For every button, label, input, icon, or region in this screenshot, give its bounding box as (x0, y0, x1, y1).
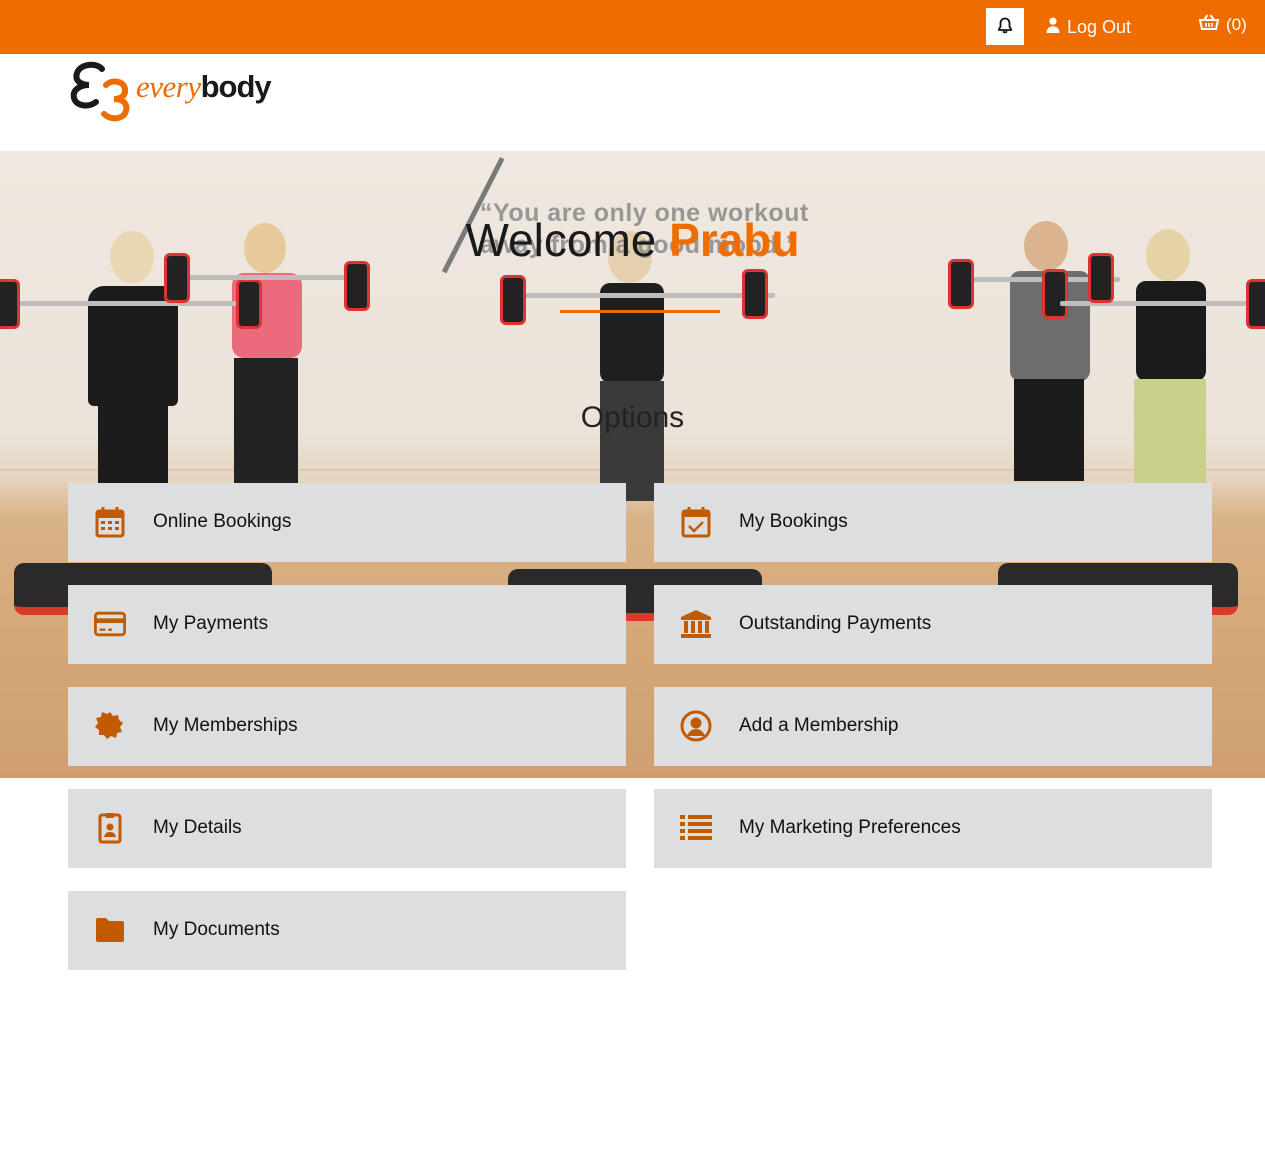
option-label: Online Bookings (153, 511, 292, 532)
barbell-plate (1246, 279, 1265, 329)
option-marketing-preferences[interactable]: My Marketing Preferences (654, 789, 1212, 868)
option-label: My Memberships (153, 715, 298, 736)
id-badge-icon (94, 812, 126, 844)
logo-mark-icon (66, 59, 132, 130)
barbell-plate (344, 261, 370, 311)
option-add-membership[interactable]: Add a Membership (654, 687, 1212, 766)
option-label: My Bookings (739, 511, 848, 532)
option-label: Outstanding Payments (739, 613, 932, 634)
logo-wordmark: everybody (136, 69, 272, 104)
option-my-bookings[interactable]: My Bookings (654, 483, 1212, 562)
basket-icon (1198, 14, 1220, 36)
option-label: My Documents (153, 919, 280, 940)
barbell-plate (742, 269, 768, 319)
calendar-check-icon (680, 506, 712, 538)
folder-icon (94, 914, 126, 946)
barbell-plate (1042, 269, 1068, 319)
person-figure-3 (582, 231, 682, 501)
option-label: My Details (153, 817, 242, 838)
calendar-icon (94, 506, 126, 538)
user-name: Prabu (669, 214, 800, 266)
option-my-documents[interactable]: My Documents (68, 891, 626, 970)
list-icon (680, 812, 712, 844)
option-label: My Marketing Preferences (739, 817, 961, 838)
option-outstanding-payments[interactable]: Outstanding Payments (654, 585, 1212, 664)
bell-icon (997, 17, 1013, 37)
welcome-heading: Welcome Prabu (465, 214, 800, 266)
person-figure-5 (1120, 229, 1220, 484)
notifications-button[interactable] (986, 8, 1024, 45)
barbell-bar-1 (0, 301, 260, 306)
option-my-memberships[interactable]: My Memberships (68, 687, 626, 766)
barbell-plate (500, 275, 526, 325)
option-my-details[interactable]: My Details (68, 789, 626, 868)
barbell-bar-3 (505, 293, 775, 298)
user-circle-icon (680, 710, 712, 742)
option-my-payments[interactable]: My Payments (68, 585, 626, 664)
cart-count: (0) (1226, 15, 1247, 34)
brand-logo[interactable]: everybody (66, 60, 286, 128)
option-online-bookings[interactable]: Online Bookings (68, 483, 626, 562)
option-label: My Payments (153, 613, 269, 634)
options-title: Options (580, 401, 685, 434)
bank-icon (680, 608, 712, 640)
logout-label: Log Out (1067, 16, 1132, 37)
credit-card-icon (94, 608, 126, 640)
option-label: Add a Membership (739, 715, 899, 736)
badge-icon (94, 710, 126, 742)
user-icon (1046, 17, 1060, 38)
top-bar: Log Out (0) (0, 0, 1265, 54)
hero-banner: “You are only one workout away from a go… (0, 151, 1265, 778)
barbell-plate (0, 279, 20, 329)
heading-underline (560, 310, 720, 313)
barbell-bar-2 (170, 275, 360, 280)
logout-link[interactable]: Log Out (1046, 15, 1131, 39)
barbell-plate (236, 279, 262, 329)
cart-button[interactable]: (0) (1198, 13, 1247, 37)
